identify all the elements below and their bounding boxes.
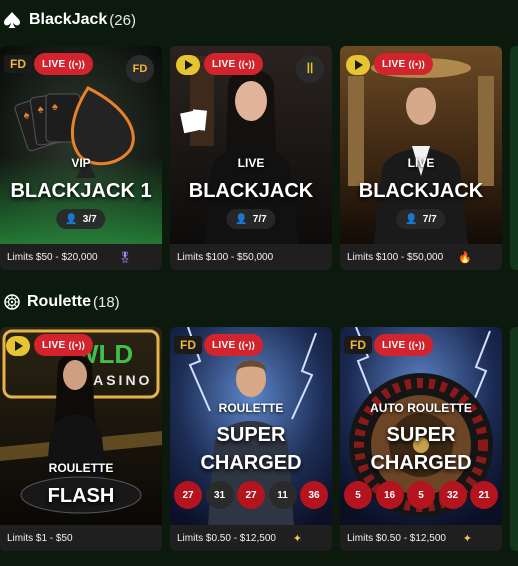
live-badge: LIVE ((•)) — [374, 334, 434, 356]
game-card-roulette-flash[interactable]: WLD CASINO LIVE ((•)) ROULETTE FLASH Limi… — [0, 327, 162, 551]
game-subtitle: ROULETTE — [48, 461, 114, 475]
section-title: Roulette — [27, 293, 91, 310]
result-number: 27 — [237, 481, 265, 509]
result-number: 21 — [470, 481, 498, 509]
provider-badge-icon: FD — [126, 55, 154, 83]
recent-results: 5 16 5 32 21 — [344, 481, 498, 509]
blackjack-row: ♠ ♠ ♠ FD LIVE ((•)) FD VIP BLACKJACK 1 👤 3… — [0, 46, 518, 274]
broadcast-icon: ((•)) — [238, 340, 256, 350]
user-icon: 👤 — [235, 213, 248, 225]
live-badge: LIVE ((•)) — [204, 334, 264, 356]
provider-logo — [176, 55, 200, 75]
section-title: BlackJack — [29, 11, 108, 28]
game-card-blackjack-live-2[interactable]: LIVE ((•)) LIVE BLACKJACK 👤 7/7 Limits $10… — [340, 46, 502, 270]
roulette-wheel-icon — [3, 293, 21, 311]
game-subtitle: VIP — [71, 156, 91, 170]
sparkle-icon: ✦ — [292, 532, 302, 545]
provider-logo: FD — [344, 336, 372, 354]
provider-logo: FD — [4, 55, 32, 73]
user-icon: 👤 — [405, 213, 418, 225]
game-title-line2: CHARGED — [200, 452, 302, 474]
next-card-peek[interactable] — [510, 46, 518, 270]
roulette-row: WLD CASINO LIVE ((•)) ROULETTE FLASH Limi… — [0, 327, 518, 555]
game-card-blackjack-live[interactable]: LIVE ((•)) ꟾꟾ LIVE BLACKJACK 👤 7/7 Limits … — [170, 46, 332, 270]
limits-bar: Limits $1 - $50 — [0, 525, 162, 551]
game-subtitle: LIVE — [407, 156, 435, 170]
game-title: BLACKJACK — [188, 180, 314, 202]
game-title-line1: SUPER — [386, 424, 456, 446]
user-icon: 👤 — [65, 213, 78, 225]
provider-logo: FD — [174, 336, 202, 354]
result-number: 5 — [344, 481, 372, 509]
svg-text:♠: ♠ — [52, 101, 58, 113]
vip-medal-icon: 🎖 — [118, 251, 132, 264]
recent-results: 27 31 27 11 36 — [174, 481, 328, 509]
live-badge: LIVE ((•)) — [34, 53, 94, 75]
game-title-line2: CHARGED — [370, 452, 472, 474]
limits-bar: Limits $0.50 - $12,500 ✦ — [170, 525, 332, 551]
game-card-blackjack-1[interactable]: ♠ ♠ ♠ FD LIVE ((•)) FD VIP BLACKJACK 1 👤 3… — [0, 46, 162, 270]
game-subtitle: ROULETTE — [218, 401, 284, 415]
game-card-auto-roulette-super-charged[interactable]: FD LIVE ((•)) AUTO ROULETTE SUPER CHARGED… — [340, 327, 502, 551]
game-title: BLACKJACK 1 — [10, 180, 152, 202]
result-number: 16 — [375, 481, 404, 509]
sparkle-icon: ✦ — [462, 532, 472, 545]
seats-badge: 👤 3/7 — [56, 209, 106, 229]
broadcast-icon: ((•)) — [408, 340, 426, 350]
live-badge: LIVE ((•)) — [204, 53, 264, 75]
result-number: 31 — [205, 481, 234, 509]
live-badge: LIVE ((•)) — [374, 53, 434, 75]
result-number: 27 — [174, 481, 202, 509]
game-title-line1: SUPER — [216, 424, 286, 446]
seats-badge: 👤 7/7 — [226, 209, 276, 229]
game-title: FLASH — [47, 485, 115, 507]
next-card-peek[interactable] — [510, 327, 518, 551]
broadcast-icon: ((•)) — [238, 59, 256, 69]
provider-logo — [346, 55, 370, 75]
provider-badge-icon: ꟾꟾ — [296, 55, 324, 83]
game-card-super-charged-roulette[interactable]: FD LIVE ((•)) ROULETTE SUPER CHARGED 27 3… — [170, 327, 332, 551]
section-header-blackjack[interactable]: BlackJack (26) — [0, 8, 136, 32]
section-count: (26) — [109, 11, 136, 29]
seats-badge: 👤 7/7 — [396, 209, 446, 229]
result-number: 36 — [300, 481, 328, 509]
limits-bar: Limits $100 - $50,000 🔥 — [340, 244, 502, 270]
broadcast-icon: ((•)) — [68, 340, 86, 350]
fire-icon: 🔥 — [458, 251, 472, 264]
result-number: 11 — [268, 481, 297, 509]
broadcast-icon: ((•)) — [68, 59, 86, 69]
section-count: (18) — [93, 293, 120, 311]
game-subtitle: LIVE — [237, 156, 265, 170]
game-subtitle: AUTO ROULETTE — [370, 401, 472, 415]
spade-icon — [3, 11, 21, 29]
game-title: BLACKJACK — [358, 180, 484, 202]
live-badge: LIVE ((•)) — [34, 334, 94, 356]
limits-bar: Limits $50 - $20,000 🎖 — [0, 244, 162, 270]
broadcast-icon: ((•)) — [408, 59, 426, 69]
section-header-roulette[interactable]: Roulette (18) — [0, 290, 120, 314]
result-number: 5 — [407, 481, 435, 509]
result-number: 32 — [438, 481, 467, 509]
limits-bar: Limits $0.50 - $12,500 ✦ — [340, 525, 502, 551]
provider-logo — [6, 336, 30, 356]
limits-bar: Limits $100 - $50,000 — [170, 244, 332, 270]
